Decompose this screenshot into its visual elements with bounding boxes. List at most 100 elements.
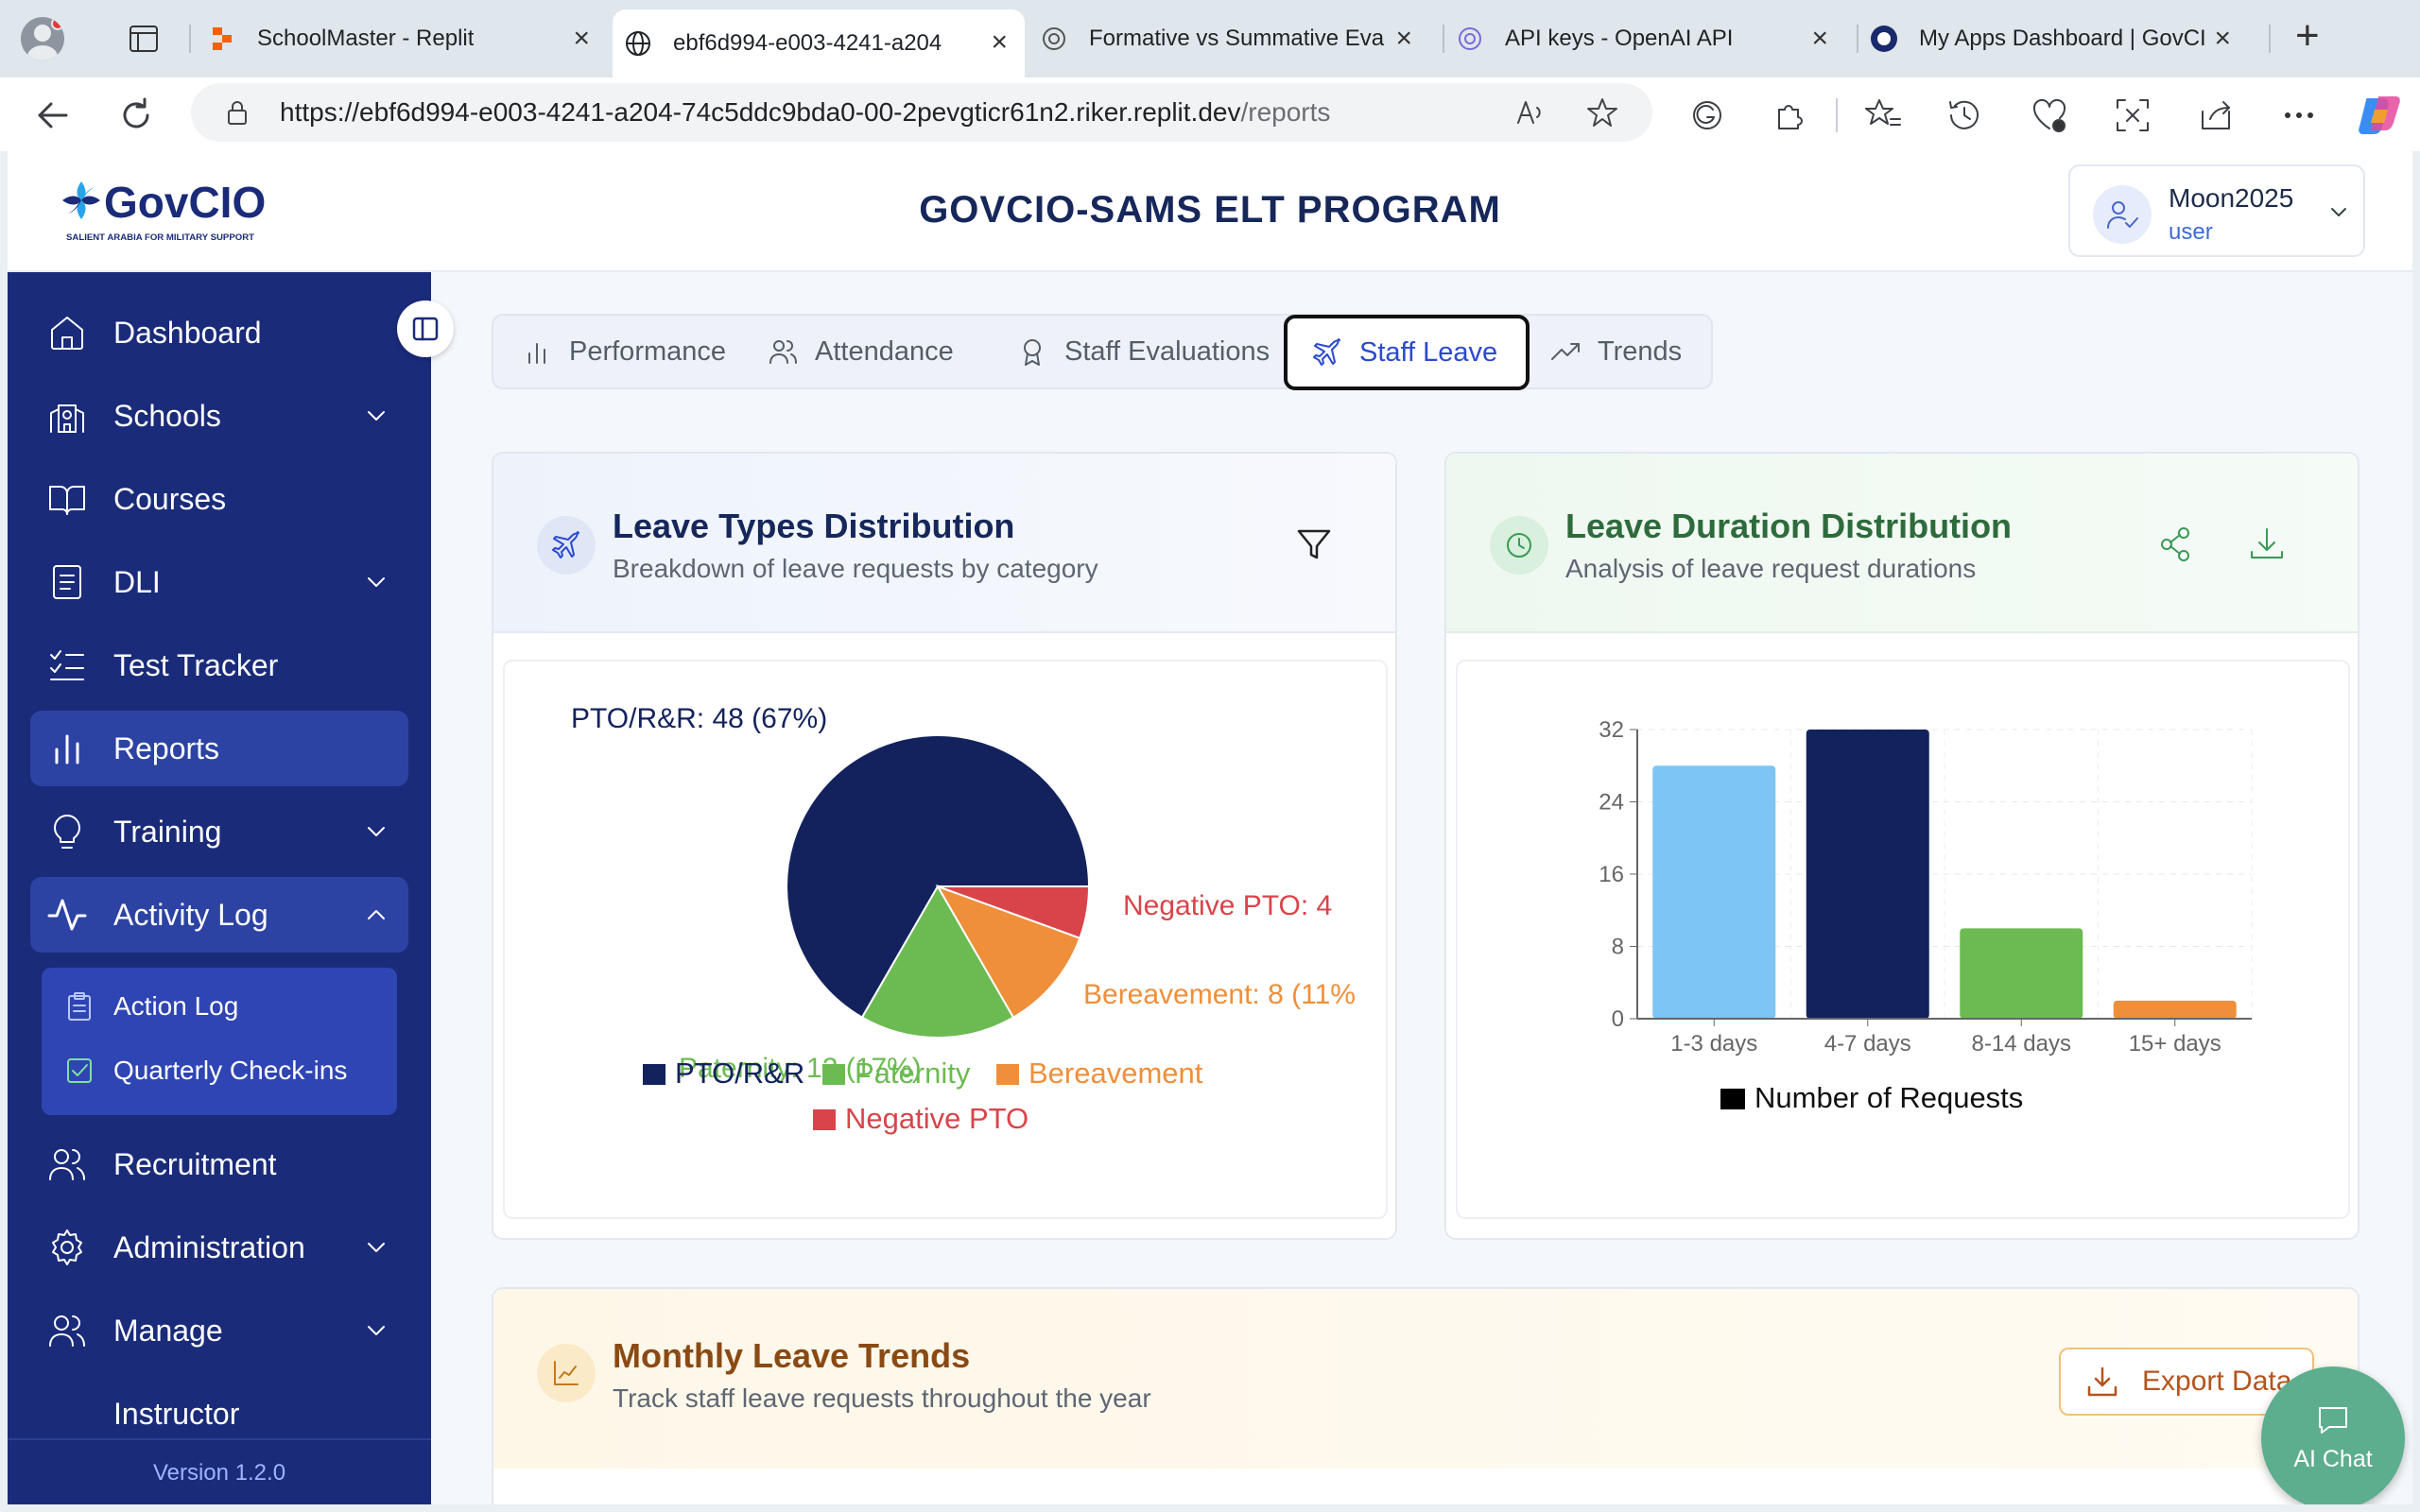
sidebar-item-manage[interactable]: Manage: [30, 1293, 408, 1368]
browser-tab-active[interactable]: ebf6d994-e003-4241-a204 ×: [613, 9, 1025, 77]
share-icon[interactable]: [2155, 524, 2197, 565]
close-tab-icon[interactable]: ×: [991, 28, 1008, 57]
chevron-down-icon[interactable]: [2327, 200, 2350, 223]
copilot-icon[interactable]: [2358, 93, 2403, 138]
pie-label-pto: PTO/R&R: 48 (67%): [571, 703, 827, 734]
tab-trends[interactable]: Trends: [1550, 316, 1682, 387]
sidebar-item-schools[interactable]: Schools: [30, 378, 408, 454]
svg-text:SALIENT ARABIA FOR MILITARY SU: SALIENT ARABIA FOR MILITARY SUPPORT: [66, 232, 254, 243]
browser-tab-govcio-apps[interactable]: My Apps Dashboard | GovCI ×: [1870, 9, 2248, 68]
activity-log-submenu: Action Log Quarterly Check-ins: [42, 968, 397, 1115]
address-bar[interactable]: https://ebf6d994-e003-4241-a204-74c5ddc9…: [191, 83, 1652, 142]
browser-tab-replit[interactable]: SchoolMaster - Replit ×: [208, 9, 607, 68]
card-title: Leave Types Distribution: [613, 507, 1015, 545]
grammarly-icon[interactable]: [1688, 96, 1726, 134]
page-title: GOVCIO-SAMS ELT PROGRAM: [919, 189, 1501, 231]
legend-swatch-requests: [1720, 1089, 1745, 1109]
history-icon[interactable]: [1945, 96, 1983, 134]
sidebar-item-label: Manage: [113, 1313, 223, 1348]
tab-actions-icon[interactable]: [129, 25, 159, 53]
new-tab-button[interactable]: +: [2295, 15, 2320, 57]
sidebar-item-label: Administration: [113, 1229, 305, 1264]
browser-tab-api-keys[interactable]: API keys - OpenAI API ×: [1456, 9, 1845, 68]
bar-8-14-days[interactable]: [1960, 928, 2083, 1019]
sidebar-item-dashboard[interactable]: Dashboard: [30, 295, 408, 370]
chevron-down-icon[interactable]: [363, 403, 389, 429]
ai-chat-label: AI Chat: [2293, 1446, 2373, 1472]
close-tab-icon[interactable]: ×: [573, 25, 590, 53]
tab-staff-leave[interactable]: Staff Leave: [1284, 315, 1530, 390]
tab-staff-evaluations[interactable]: Staff Evaluations: [1017, 316, 1270, 387]
user-menu[interactable]: Moon2025 user: [2068, 164, 2365, 257]
sidebar-item-training[interactable]: Training: [30, 794, 408, 869]
bar-4-7-days[interactable]: [1806, 730, 1929, 1019]
sidebar-item-label: Reports: [113, 730, 220, 765]
chevron-down-icon[interactable]: [363, 569, 389, 595]
tab-label: Trends: [1598, 335, 1683, 367]
legend-label-pto: PTO/R&R: [675, 1057, 804, 1090]
sidebar-item-label: Test Tracker: [113, 647, 279, 682]
gear-icon: [47, 1228, 87, 1267]
sidebar-item-recruitment[interactable]: Recruitment: [30, 1126, 408, 1202]
tab-attendance[interactable]: Attendance: [768, 316, 954, 387]
x-tick-label: 1-3 days: [1670, 1031, 1757, 1057]
leave-duration-card: Leave Duration Distribution Analysis of …: [1444, 452, 2360, 1240]
close-tab-icon[interactable]: ×: [2214, 25, 2231, 53]
sidebar-toggle-icon[interactable]: [397, 301, 454, 357]
card-subtitle: Track staff leave requests throughout th…: [613, 1383, 1151, 1413]
activity-icon: [47, 895, 87, 935]
download-icon[interactable]: [2246, 524, 2288, 565]
profile-avatar-icon[interactable]: [21, 17, 64, 60]
tab-performance[interactable]: Performance: [522, 316, 726, 387]
chevron-down-icon[interactable]: [363, 1234, 389, 1261]
chevron-down-icon[interactable]: [363, 818, 389, 845]
sidebar-subitem-action-log[interactable]: Action Log: [64, 983, 238, 1030]
sidebar-item-label: Dashboard: [113, 315, 262, 350]
close-tab-icon[interactable]: ×: [1811, 25, 1828, 53]
pie-chart: PTO/R&R: 48 (67%) Negative PTO: 4 Bereav…: [571, 703, 1356, 1135]
screenshot-icon[interactable]: [2114, 96, 2152, 134]
sidebar-item-test-tracker[interactable]: Test Tracker: [30, 627, 408, 703]
browser-essentials-icon[interactable]: [2031, 96, 2068, 134]
sidebar-item-administration[interactable]: Administration: [30, 1210, 408, 1285]
more-options-icon[interactable]: [2280, 96, 2318, 134]
line-chart-icon: [537, 1344, 596, 1402]
sidebar-item-reports[interactable]: Reports: [30, 711, 408, 786]
user-name: Moon2025: [2169, 183, 2294, 213]
card-header: Leave Types Distribution Breakdown of le…: [493, 454, 1395, 633]
share-icon[interactable]: [2197, 96, 2235, 134]
sidebar-item-activity-log[interactable]: Activity Log: [30, 877, 408, 953]
lightbulb-icon: [47, 812, 87, 851]
bar-chart-icon: [47, 729, 87, 768]
globe-icon: [624, 29, 652, 58]
close-tab-icon[interactable]: ×: [1395, 25, 1412, 53]
y-tick-label: 8: [1612, 935, 1624, 960]
sidebar-item-dli[interactable]: DLI: [30, 544, 408, 620]
browser-tab-formative[interactable]: Formative vs Summative Eva ×: [1040, 9, 1429, 68]
bar-15-days[interactable]: [2113, 1000, 2237, 1019]
sidebar-item-instructor[interactable]: Instructor: [30, 1372, 408, 1429]
read-aloud-icon[interactable]: [1514, 96, 1547, 129]
openai-icon: [1040, 25, 1068, 53]
lock-icon[interactable]: [223, 98, 251, 127]
tab-label: Staff Evaluations: [1064, 335, 1270, 367]
chevron-down-icon[interactable]: [363, 1317, 389, 1344]
sidebar-item-label: Courses: [113, 481, 227, 516]
chevron-up-icon[interactable]: [363, 902, 389, 928]
url-text[interactable]: https://ebf6d994-e003-4241-a204-74c5ddc9…: [280, 97, 1330, 128]
sidebar-item-label: DLI: [113, 564, 161, 599]
reload-icon[interactable]: [117, 96, 155, 134]
subitem-label: Action Log: [113, 991, 239, 1021]
sidebar-subitem-quarterly-check-ins[interactable]: Quarterly Check-ins: [64, 1047, 347, 1094]
back-icon[interactable]: [34, 96, 72, 134]
favorite-star-icon[interactable]: [1586, 96, 1618, 129]
favorites-icon[interactable]: [1864, 96, 1902, 134]
ai-chat-button[interactable]: AI Chat: [2261, 1366, 2405, 1504]
sidebar-item-courses[interactable]: Courses: [30, 461, 408, 537]
extensions-icon[interactable]: [1772, 96, 1809, 134]
legend-swatch-paternity: [822, 1064, 845, 1085]
openai-icon: [1456, 25, 1484, 53]
filter-icon[interactable]: [1293, 524, 1335, 565]
bar-1-3-days[interactable]: [1652, 765, 1776, 1019]
browser-tab-strip: SchoolMaster - Replit × ebf6d994-e003-42…: [0, 0, 2420, 77]
